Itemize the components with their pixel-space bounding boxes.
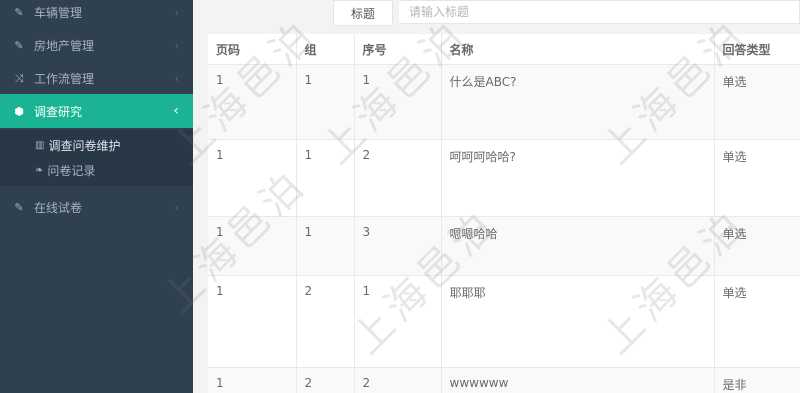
table-row[interactable]: 1 2 1 耶耶耶 单选 <box>208 275 800 368</box>
column-header-sequence[interactable]: 序号 <box>354 34 442 65</box>
search-label: 标题 <box>333 0 393 26</box>
nav-item-vehicle[interactable]: ✎ 车辆管理 ‹ <box>0 0 193 29</box>
nav-label: 调查研究 <box>34 104 83 119</box>
submenu-item-questionnaire-records[interactable]: ❧ 问卷记录 <box>35 160 95 180</box>
table-row[interactable]: 1 2 2 wwwwww 是非 <box>208 367 800 393</box>
cell-answer-type: 单选 <box>714 64 800 140</box>
chevron-left-icon: ‹ <box>174 6 179 19</box>
column-header-name[interactable]: 名称 <box>441 34 715 65</box>
cell-sequence: 2 <box>354 139 442 217</box>
table-row[interactable]: 1 1 3 嗯嗯哈哈 单选 <box>208 216 800 276</box>
edit-icon: ✎ <box>14 201 24 214</box>
cell-answer-type: 单选 <box>714 139 800 217</box>
cell-group: 2 <box>296 367 355 393</box>
survey-submenu: ▥ 调查问卷维护 ❧ 问卷记录 <box>0 130 193 186</box>
main-content: 标题 页码 组 序号 名称 回答类型 1 1 1 <box>193 0 800 393</box>
column-header-page[interactable]: 页码 <box>208 34 297 65</box>
cube-icon: ⬢ <box>14 104 24 118</box>
nav-item-survey[interactable]: ⬢ 调查研究 ‹ <box>0 94 193 128</box>
chevron-left-icon: ‹ <box>174 39 179 52</box>
sidebar: ✎ 车辆管理 ‹ ✎ 房地产管理 ‹ ⤨ 工作流管理 ‹ ⬢ 调查研究 ‹ ▥ … <box>0 0 193 393</box>
cell-name: wwwwww <box>441 367 715 393</box>
table-row[interactable]: 1 1 1 什么是ABC? 单选 <box>208 64 800 140</box>
nav-item-workflow[interactable]: ⤨ 工作流管理 ‹ <box>0 62 193 95</box>
cell-page: 1 <box>208 64 297 140</box>
chevron-left-icon: ‹ <box>174 201 179 214</box>
edit-icon: ✎ <box>14 6 24 19</box>
book-icon: ▥ <box>35 139 45 151</box>
cell-page: 1 <box>208 367 297 393</box>
cell-answer-type: 单选 <box>714 216 800 276</box>
table-row[interactable]: 1 1 2 呵呵呵哈哈? 单选 <box>208 139 800 217</box>
nav-item-realestate[interactable]: ✎ 房地产管理 ‹ <box>0 29 193 62</box>
nav-label: 工作流管理 <box>34 72 95 86</box>
cell-sequence: 2 <box>354 367 442 393</box>
table-header-row: 页码 组 序号 名称 回答类型 <box>208 34 800 65</box>
nav-label: 车辆管理 <box>34 6 83 20</box>
cell-answer-type: 是非 <box>714 367 800 393</box>
search-bar: 标题 <box>193 0 800 30</box>
cell-group: 1 <box>296 139 355 217</box>
cell-name: 什么是ABC? <box>441 64 715 140</box>
cell-group: 1 <box>296 64 355 140</box>
edit-icon: ✎ <box>14 39 24 52</box>
cell-name: 嗯嗯哈哈 <box>441 216 715 276</box>
cell-sequence: 1 <box>354 275 442 368</box>
cell-sequence: 1 <box>354 64 442 140</box>
nav-item-online-exam[interactable]: ✎ 在线试卷 ‹ <box>0 191 193 224</box>
cell-group: 2 <box>296 275 355 368</box>
cell-group: 1 <box>296 216 355 276</box>
cell-page: 1 <box>208 139 297 217</box>
column-header-group[interactable]: 组 <box>296 34 355 65</box>
submenu-label: 问卷记录 <box>47 163 96 178</box>
questions-table: 页码 组 序号 名称 回答类型 1 1 1 什么是ABC? 单选 1 1 2 呵… <box>208 34 800 393</box>
leaf-icon: ❧ <box>35 164 44 176</box>
nav-label: 房地产管理 <box>34 39 95 53</box>
cell-name: 耶耶耶 <box>441 275 715 368</box>
nav-label: 在线试卷 <box>34 201 83 215</box>
cell-page: 1 <box>208 216 297 276</box>
submenu-item-questionnaire-maintenance[interactable]: ▥ 调查问卷维护 <box>35 135 120 155</box>
chevron-left-icon: ‹ <box>174 72 179 85</box>
cell-page: 1 <box>208 275 297 368</box>
column-header-answer-type[interactable]: 回答类型 <box>714 34 800 65</box>
submenu-label: 调查问卷维护 <box>48 138 121 153</box>
cell-sequence: 3 <box>354 216 442 276</box>
cell-name: 呵呵呵哈哈? <box>441 139 715 217</box>
cell-answer-type: 单选 <box>714 275 800 368</box>
search-input[interactable] <box>399 0 800 24</box>
shuffle-icon: ⤨ <box>14 71 24 85</box>
chevron-left-icon: ‹ <box>173 103 179 119</box>
